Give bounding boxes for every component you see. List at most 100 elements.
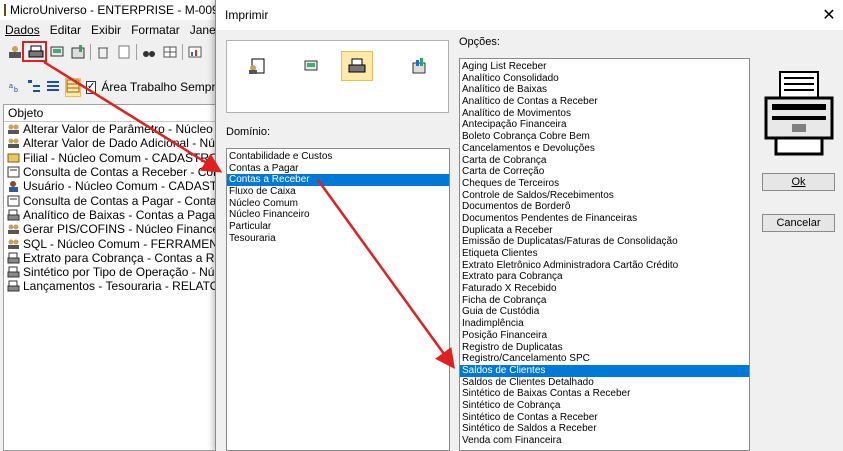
option-item[interactable]: Cancelamentos e Devoluções (460, 143, 749, 155)
object-row[interactable]: Lançamentos - Tesouraria - RELATORIO (4, 279, 219, 293)
option-item[interactable]: Extrato para Cobrança (460, 271, 749, 283)
object-row[interactable]: Extrato para Cobrança - Contas a Receber… (4, 251, 219, 265)
domain-item[interactable]: Contas a Pagar (227, 163, 449, 175)
export-tools-icon[interactable] (403, 51, 435, 81)
option-item[interactable]: Documentos de Borderô (460, 201, 749, 213)
menu-exibir[interactable]: Exibir (86, 23, 126, 37)
dialog-titlebar: Imprimir ✕ (216, 0, 843, 30)
object-row-label: Alterar Valor de Dado Adicional - Núcleo… (23, 136, 219, 151)
close-icon[interactable]: ✕ (814, 0, 843, 30)
people-icon (7, 123, 20, 135)
print-button-highlight (22, 41, 47, 62)
grid-icon[interactable] (161, 43, 179, 61)
printer-type-icon[interactable] (341, 51, 373, 81)
option-item[interactable]: Sintético de Cobrança (460, 400, 749, 412)
main-titlebar: MicroUniverso - ENTERPRISE - M-0096.920 … (0, 0, 256, 20)
object-row[interactable]: Usuário - Núcleo Comum - CADASTRO (4, 179, 219, 193)
list-view-icon[interactable] (46, 79, 60, 96)
option-item[interactable]: Saldos de Clientes (460, 364, 749, 377)
option-item[interactable]: Analítico de Movimentos (460, 108, 749, 120)
option-item[interactable]: Emissão de Duplicatas/Faturas de Consoli… (460, 236, 749, 248)
objects-column-header[interactable]: Objeto (4, 105, 219, 122)
option-item[interactable]: Posição Financeira (460, 330, 749, 342)
option-item[interactable]: Sintético de Saldos a Receber (460, 423, 749, 435)
option-item[interactable]: Etiqueta Clientes (460, 248, 749, 260)
ok-button[interactable]: Ok (762, 173, 835, 191)
option-item[interactable]: Boleto Cobrança Cobre Bem (460, 131, 749, 143)
option-item[interactable]: Extrato Eletrônico Administradora Cartão… (460, 260, 749, 272)
report-icon (7, 252, 20, 264)
view-toolbar: ab ✓ Área Trabalho Sempre (0, 74, 223, 100)
register-report-icon[interactable] (241, 51, 273, 81)
object-row[interactable]: Analítico de Baixas - Contas a Pagar - R… (4, 208, 219, 222)
user-icon (7, 180, 20, 193)
object-row[interactable]: Consulta de Contas a Pagar - Contas a Pa… (4, 193, 219, 208)
domain-item[interactable]: Contas a Receber (227, 174, 449, 187)
workspace-checkbox-label: Área Trabalho Sempre (101, 80, 223, 94)
option-item[interactable]: Analítico de Contas a Receber (460, 96, 749, 108)
object-row[interactable]: Consulta de Contas a Receber - Contas a … (4, 165, 219, 179)
menu-dados[interactable]: Dados (0, 23, 45, 37)
object-row[interactable]: SQL - Núcleo Comum - FERRAMENTA (4, 236, 219, 251)
option-item[interactable]: Duplicata a Receber (460, 225, 749, 237)
sort-az-icon[interactable]: ab (8, 79, 22, 96)
object-row[interactable]: Filial - Núcleo Comum - CADASTRO (4, 151, 219, 165)
object-row[interactable]: Alterar Valor de Parâmetro - Núcleo Comu… (4, 122, 219, 136)
objects-list: Objeto Alterar Valor de Parâmetro - Núcl… (3, 104, 220, 451)
option-item[interactable]: Cheques de Terceiros (460, 178, 749, 190)
option-item[interactable]: Aging List Receber (460, 61, 749, 73)
print-type-bar (226, 40, 449, 113)
option-item[interactable]: Guia de Custódia (460, 306, 749, 318)
document-icon[interactable] (115, 43, 133, 61)
option-item[interactable]: Registro de Duplicatas (460, 342, 749, 354)
option-item[interactable]: Carta de Correção (460, 166, 749, 178)
options-label: Opções: (459, 36, 500, 48)
option-item[interactable]: Analítico Consolidado (460, 73, 749, 85)
option-item[interactable]: Carta de Cobrança (460, 155, 749, 167)
option-item[interactable]: Analítico de Baixas (460, 84, 749, 96)
option-item[interactable]: Ficha de Cobrança (460, 295, 749, 307)
object-row-label: Alterar Valor de Parâmetro - Núcleo Comu… (23, 122, 219, 137)
domain-item[interactable]: Núcleo Comum (227, 198, 449, 210)
option-item[interactable]: Sintético de Baixas Contas a Receber (460, 388, 749, 400)
details-view-icon[interactable] (65, 77, 81, 97)
chart-icon[interactable] (186, 43, 204, 61)
delete-icon[interactable] (94, 43, 112, 61)
domain-listbox[interactable]: Contabilidade e Custos Contas a Pagar Cont… (226, 148, 450, 451)
domain-item[interactable]: Fluxo de Caixa (227, 186, 449, 198)
form-icon (7, 166, 20, 178)
svg-text:a: a (9, 83, 13, 90)
domain-item[interactable]: Núcleo Financeiro (227, 209, 449, 221)
object-row[interactable]: Alterar Valor de Dado Adicional - Núcleo… (4, 136, 219, 150)
option-item[interactable]: Registro/Cancelamento SPC (460, 353, 749, 365)
print-dialog: Imprimir ✕ Domínio: Opções: Contabilidad… (215, 0, 843, 451)
object-row-label: Consulta de Contas a Pagar - Contas a Pa… (23, 193, 219, 208)
pencil-icon (7, 152, 20, 164)
option-item[interactable]: Documentos Pendentes de Financeiras (460, 213, 749, 225)
domain-item[interactable]: Particular (227, 221, 449, 233)
binoculars-icon[interactable] (140, 43, 158, 61)
tools-icon[interactable] (69, 43, 87, 61)
tree-view-icon[interactable] (27, 79, 41, 96)
option-item[interactable]: Sintético de Contas a Receber (460, 412, 749, 424)
cancel-button[interactable]: Cancelar (762, 214, 835, 232)
workspace-checkbox[interactable]: ✓ (86, 80, 97, 94)
option-item[interactable]: Faturado X Recebido (460, 283, 749, 295)
object-row[interactable]: Gerar PIS/COFINS - Núcleo Financeiro - F… (4, 222, 219, 236)
object-row-label: Filial - Núcleo Comum - CADASTRO (23, 150, 219, 165)
option-item[interactable]: Antecipação Financeira (460, 119, 749, 131)
people-icon (7, 238, 20, 250)
option-item[interactable]: Controle de Saldos/Recebimentos (460, 190, 749, 202)
domain-item[interactable]: Tesouraria (227, 233, 449, 245)
screen-icon[interactable] (48, 43, 66, 61)
object-row[interactable]: Sintético por Tipo de Operação - Núcleo … (4, 265, 219, 279)
menu-editar[interactable]: Editar (45, 23, 86, 37)
options-listbox[interactable]: Aging List Receber Analítico Consolidado A… (459, 58, 750, 451)
option-item[interactable]: Venda com Financeira (460, 435, 749, 447)
people-icon (7, 223, 20, 235)
domain-item[interactable]: Contabilidade e Custos (227, 151, 449, 163)
option-item[interactable]: Saldos de Clientes Detalhado (460, 377, 749, 389)
option-item[interactable]: Inadimplência (460, 318, 749, 330)
menu-formatar[interactable]: Formatar (126, 23, 185, 37)
screen-report-icon[interactable] (295, 51, 327, 81)
